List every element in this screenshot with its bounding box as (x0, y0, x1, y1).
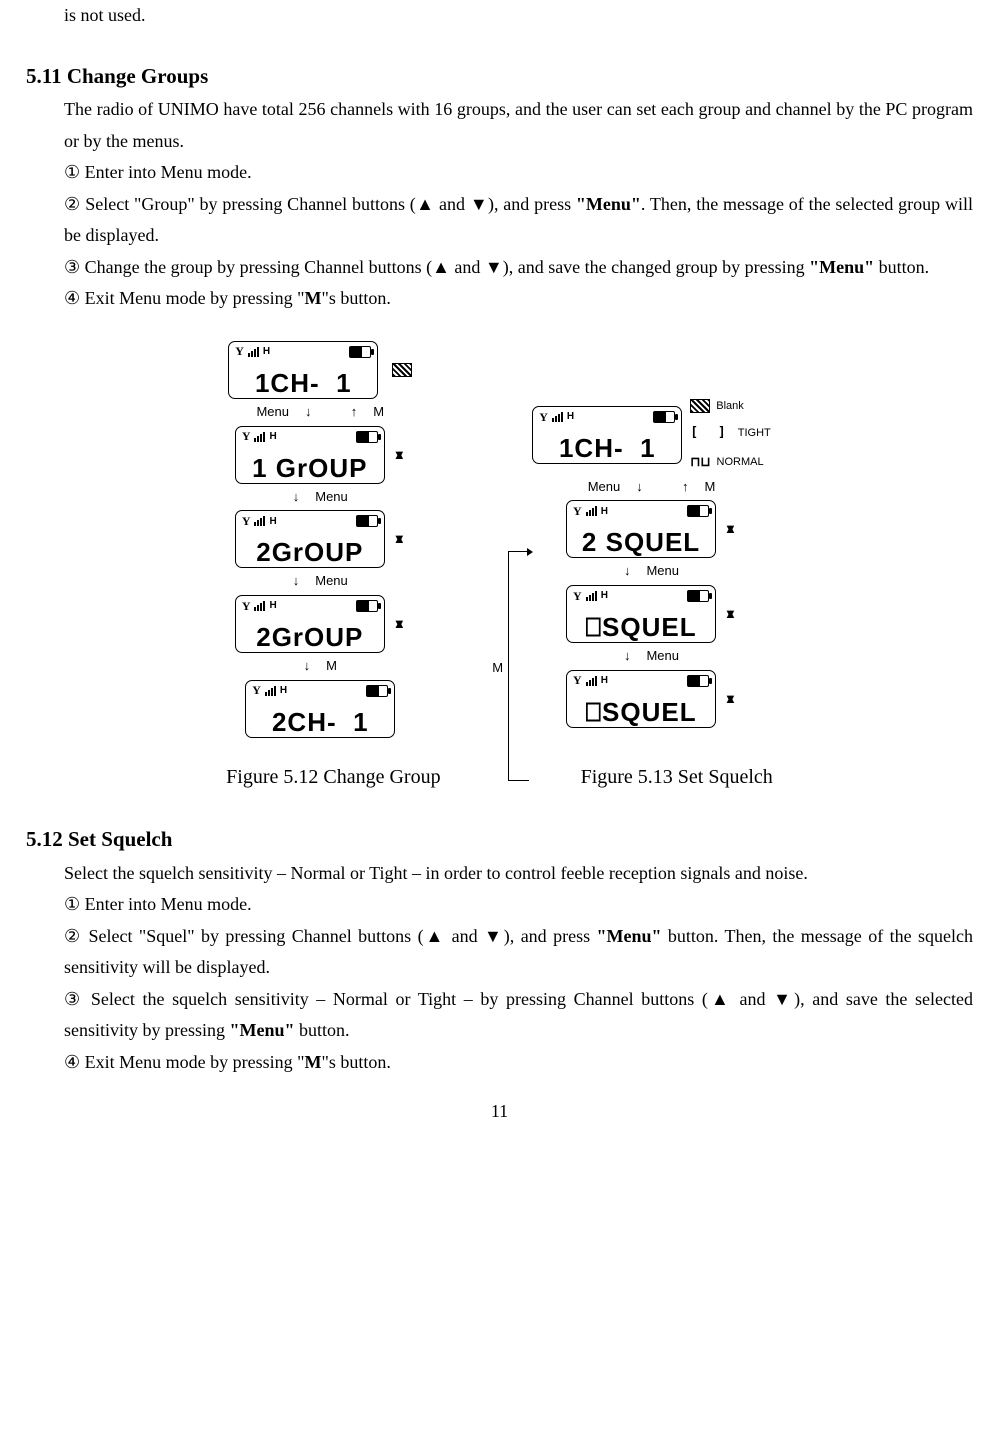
lcd-text: 1 GrOUP (242, 455, 378, 481)
lcd-text: 2CH- 1 (252, 709, 388, 735)
text: ③ Change the group by pressing Channel b… (64, 257, 809, 277)
menu-bold: "Menu" (597, 926, 662, 946)
lcd-screen: YH 2GrOUP (235, 595, 385, 653)
orphan-line: is not used. (26, 0, 973, 32)
step-5-12-3: ③ Select the squelch sensitivity – Norma… (26, 984, 973, 1047)
lcd-text: 2GrOUP (242, 539, 378, 565)
caption-left: Figure 5.12 Change Group (226, 760, 440, 795)
text: "s button. (321, 288, 390, 308)
lcd-screen: YH 1CH- 1 (532, 406, 682, 464)
flow-arrow: ↓Menu (624, 560, 679, 583)
lcd-screen: YH ⎕SQUEL (566, 670, 716, 728)
antenna-icon: Y (235, 341, 244, 362)
lcd-screen: YH ⎕SQUEL (566, 585, 716, 643)
text: ② Select "Group" by pressing Channel but… (64, 194, 576, 214)
lcd-text: 1CH- 1 (539, 435, 675, 461)
intro-5-12: Select the squelch sensitivity – Normal … (26, 858, 973, 890)
lcd-text: ⎕SQUEL (573, 614, 709, 640)
lcd-screen: Y H 1CH- 1 (228, 341, 378, 399)
flow-arrow: ↓Menu (293, 570, 348, 593)
m-bold: M (304, 288, 321, 308)
flow-arrow: ↓Menu (293, 486, 348, 509)
intro-5-11: The radio of UNIMO have total 256 channe… (26, 94, 973, 157)
text: "s button. (321, 1052, 390, 1072)
lcd-screen: YH 2CH- 1 (245, 680, 395, 738)
signal-icon (248, 347, 259, 357)
lcd-text: 2 SQUEL (573, 529, 709, 555)
lcd-screen: YH 2 SQUEL (566, 500, 716, 558)
lcd-text: ⎕SQUEL (573, 699, 709, 725)
lcd-screen: YH 2GrOUP (235, 510, 385, 568)
loop-arrow-icon (508, 551, 529, 781)
text: ③ Select the squelch sensitivity – Norma… (64, 989, 973, 1041)
m-bold: M (304, 1052, 321, 1072)
flow-arrow: ↓Menu (624, 645, 679, 668)
battery-icon (349, 346, 371, 358)
step-5-11-2: ② Select "Group" by pressing Channel but… (26, 189, 973, 252)
menu-bold: "Menu" (230, 1020, 295, 1040)
flow-arrow: Menu↓ ↑M (588, 476, 716, 499)
caption-right: Figure 5.13 Set Squelch (581, 760, 773, 795)
figures-row: YH 1CH- 1 Menu↓ ↑M YH 1 GrOUP ▲▼ ↓Menu Y… (26, 341, 973, 738)
text: ④ Exit Menu mode by pressing " (64, 288, 304, 308)
h-icon: H (263, 343, 270, 361)
menu-bold: "Menu" (576, 194, 641, 214)
tight-icon: [ ] (690, 422, 731, 445)
caption-row: Figure 5.12 Change Group Figure 5.13 Set… (26, 760, 973, 795)
lcd-screen: YH 1 GrOUP (235, 426, 385, 484)
figure-5-12: YH 1CH- 1 Menu↓ ↑M YH 1 GrOUP ▲▼ ↓Menu Y… (228, 341, 412, 738)
page-number: 11 (26, 1096, 973, 1128)
lcd-text: 1CH- 1 (235, 370, 371, 396)
step-5-11-4: ④ Exit Menu mode by pressing "M"s button… (26, 283, 973, 315)
m-label: M (492, 657, 503, 680)
step-5-12-1: ① Enter into Menu mode. (26, 889, 973, 921)
heading-5-11: 5.11 Change Groups (26, 58, 973, 95)
blank-hatch-icon (690, 399, 710, 413)
text: button. (295, 1020, 350, 1040)
lcd-text: 2GrOUP (242, 624, 378, 650)
heading-5-12: 5.12 Set Squelch (26, 821, 973, 858)
normal-icon: ⊓⊔ (690, 451, 710, 474)
flow-arrow: ↓M (304, 655, 337, 678)
text: ④ Exit Menu mode by pressing " (64, 1052, 304, 1072)
step-5-11-3: ③ Change the group by pressing Channel b… (26, 252, 973, 284)
menu-bold: "Menu" (809, 257, 874, 277)
step-5-11-1: ① Enter into Menu mode. (26, 157, 973, 189)
step-5-12-4: ④ Exit Menu mode by pressing "M"s button… (26, 1047, 973, 1079)
figure-5-13: M YH 1CH- 1 Blank [ ]TIGHT ⊓⊔NORMAL Menu… (532, 397, 770, 738)
text: ② Select "Squel" by pressing Channel but… (64, 926, 597, 946)
flow-arrow: Menu↓ ↑M (256, 401, 384, 424)
blank-hatch-icon (392, 363, 412, 377)
text: button. (874, 257, 929, 277)
step-5-12-2: ② Select "Squel" by pressing Channel but… (26, 921, 973, 984)
legend: Blank [ ]TIGHT ⊓⊔NORMAL (690, 397, 770, 474)
